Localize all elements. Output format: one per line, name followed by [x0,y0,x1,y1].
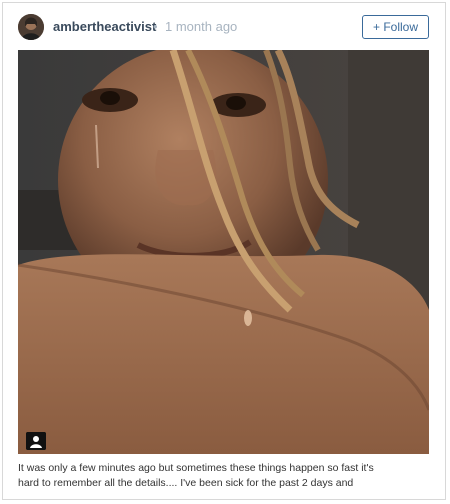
post-time[interactable]: 1 month ago [165,19,237,34]
separator-dot: • [153,19,158,34]
follow-button[interactable]: + Follow [362,15,429,39]
caption-line-1: It was only a few minutes ago but someti… [18,462,374,474]
caption-line-2: hard to remember all the details.... I'v… [18,477,354,489]
camera-profile-icon[interactable] [26,432,46,450]
instagram-post-card: ambertheactivist • 1 month ago + Follow [2,2,446,500]
username-link[interactable]: ambertheactivist [53,19,156,34]
post-header: ambertheactivist • 1 month ago + Follow [3,3,445,49]
post-photo[interactable] [18,50,429,454]
avatar[interactable] [18,14,44,40]
post-caption: It was only a few minutes ago but someti… [18,461,438,491]
